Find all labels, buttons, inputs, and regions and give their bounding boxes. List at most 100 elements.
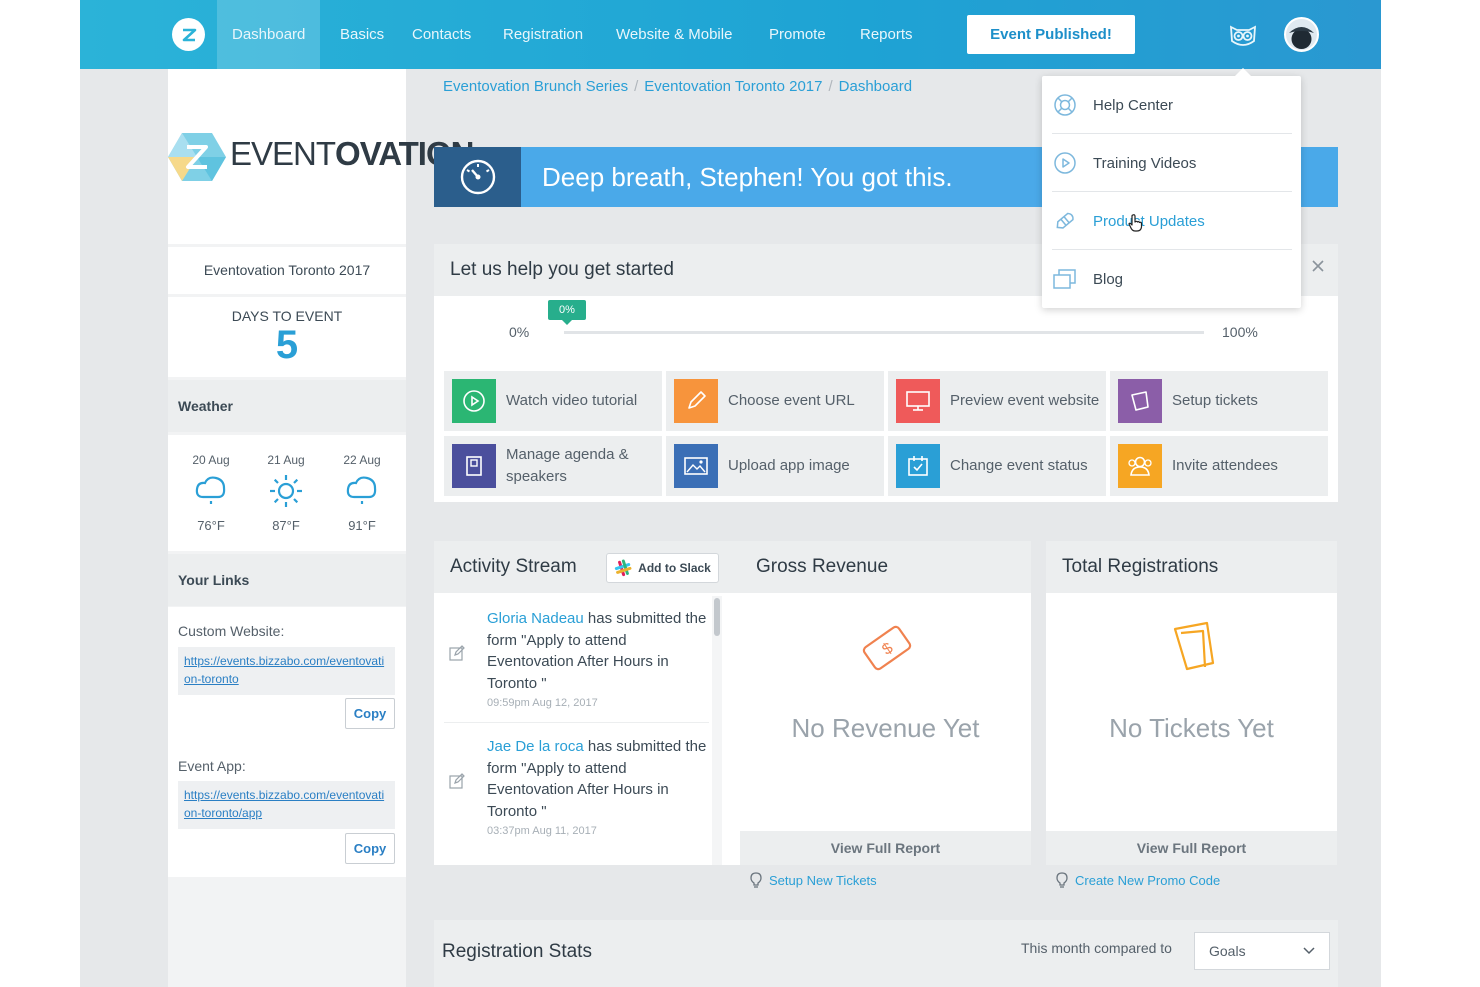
tip-label: Setup New Tickets (769, 872, 877, 888)
sidebar-event-name: Eventovation Toronto 2017 (168, 247, 406, 294)
menu-item-blog[interactable]: Blog (1052, 250, 1292, 308)
top-navbar: Dashboard Basics Contacts Registration W… (80, 0, 1381, 69)
menu-item-training-videos[interactable]: Training Videos (1052, 134, 1292, 192)
progress-badge: 0% (548, 300, 586, 325)
task-manage-agenda[interactable]: Manage agenda & speakers (444, 436, 662, 496)
hand-cursor-icon (1127, 213, 1145, 238)
task-choose-url[interactable]: Choose event URL (666, 371, 884, 431)
blog-icon (1052, 266, 1078, 292)
users-icon (1118, 444, 1162, 488)
task-preview-website[interactable]: Preview event website (888, 371, 1106, 431)
revenue-view-report[interactable]: View Full Report (740, 831, 1031, 865)
registrations-view-report[interactable]: View Full Report (1046, 831, 1337, 865)
task-label: Change event status (950, 457, 1088, 474)
compare-label: This month compared to (1021, 940, 1172, 956)
sidebar: EVENTOVATION Eventovation Toronto 2017 D… (168, 69, 474, 987)
task-label: Preview event website (950, 392, 1100, 409)
form-edit-icon (449, 645, 465, 666)
nav-registration[interactable]: Registration (488, 0, 598, 69)
form-edit-icon (449, 773, 465, 794)
weather-temp: 76°F (197, 518, 225, 533)
tickets-icon (1167, 619, 1221, 682)
custom-website-label: Custom Website: (178, 623, 285, 639)
calendar-check-icon (896, 444, 940, 488)
lightbulb-icon (1056, 872, 1068, 888)
task-change-status[interactable]: Change event status (888, 436, 1106, 496)
banner-message: Deep breath, Stephen! You got this. (542, 162, 953, 192)
task-upload-app-image[interactable]: Upload app image (666, 436, 884, 496)
weather-day: 20 Aug 76°F (181, 453, 241, 533)
nav-promote[interactable]: Promote (754, 0, 841, 69)
days-value: 5 (275, 323, 299, 367)
event-app-link[interactable]: https://events.bizzabo.com/eventovation-… (178, 781, 395, 829)
slack-icon (615, 559, 632, 577)
task-label: Setup tickets (1172, 392, 1258, 409)
menu-label: Training Videos (1093, 154, 1197, 172)
nav-basics[interactable]: Basics (325, 0, 399, 69)
nav-reports[interactable]: Reports (845, 0, 928, 69)
progress-max-label: 100% (1222, 324, 1258, 340)
event-app-label: Event App: (178, 758, 246, 774)
task-invite-attendees[interactable]: Invite attendees (1110, 436, 1328, 496)
nav-dashboard[interactable]: Dashboard (217, 0, 321, 69)
activity-scrollbar[interactable] (712, 596, 722, 865)
task-setup-tickets[interactable]: Setup tickets (1110, 371, 1328, 431)
menu-item-help-center[interactable]: Help Center (1052, 76, 1292, 134)
lifebuoy-icon (1052, 92, 1078, 118)
sun-icon (270, 475, 302, 507)
image-icon (674, 444, 718, 488)
play-circle-icon (1052, 150, 1078, 176)
copy-app-button[interactable]: Copy (345, 833, 395, 864)
menu-label: Blog (1093, 270, 1124, 288)
rocket-icon (1052, 208, 1078, 234)
nav-contacts[interactable]: Contacts (397, 0, 486, 69)
task-label: Invite attendees (1172, 457, 1278, 474)
activity-item: Jae De la roca has submitted the form "A… (434, 724, 712, 852)
compare-select[interactable]: Goals (1194, 932, 1330, 970)
menu-item-product-updates[interactable]: Product Updates (1052, 192, 1292, 250)
breadcrumb: Eventovation Brunch Series / Eventovation … (443, 78, 913, 95)
weather-day: 22 Aug 91°F (332, 453, 392, 533)
copy-website-button[interactable]: Copy (345, 698, 395, 729)
activity-time: 09:59pm Aug 12, 2017 (487, 697, 598, 709)
task-label: Watch video tutorial (506, 392, 638, 409)
weather-temp: 91°F (348, 518, 376, 533)
weather-day: 21 Aug 87°F (256, 453, 316, 533)
custom-website-link[interactable]: https://events.bizzabo.com/eventovation-… (178, 647, 395, 695)
help-dropdown-menu: Help Center Training Videos Product Upda… (1042, 68, 1301, 308)
event-published-button[interactable]: Event Published! (967, 15, 1135, 54)
gross-revenue-card: Gross Revenue $ No Revenue Yet View Full… (740, 541, 1031, 865)
gauge-icon (434, 147, 521, 207)
activity-user-link[interactable]: Gloria Nadeau (487, 610, 584, 627)
agenda-icon (452, 444, 496, 488)
eventovation-logo: EVENTOVATION (168, 69, 474, 244)
monitor-icon (896, 379, 940, 423)
add-to-slack-button[interactable]: Add to Slack (606, 553, 719, 583)
help-owl-icon[interactable] (1227, 19, 1259, 51)
ticket-icon (1118, 379, 1162, 423)
tip-label: Create New Promo Code (1075, 872, 1221, 888)
days-label: DAYS TO EVENT (231, 308, 343, 324)
weather-date: 22 Aug (343, 453, 381, 467)
weather-temp: 87°F (272, 518, 300, 533)
breadcrumb-series[interactable]: Eventovation Brunch Series (443, 78, 628, 95)
app-window: Dashboard Basics Contacts Registration W… (80, 0, 1381, 987)
progress-min-label: 0% (509, 324, 530, 340)
registrations-empty: No Tickets Yet (1109, 713, 1274, 743)
menu-label: Product Updates (1093, 212, 1205, 230)
cloud-rain-icon (346, 476, 377, 504)
nav-website-mobile[interactable]: Website & Mobile (601, 0, 747, 69)
links-title: Your Links (168, 554, 406, 606)
close-icon[interactable] (1310, 258, 1326, 274)
bizzabo-logo[interactable] (172, 18, 205, 51)
activity-user-link[interactable]: Jae De la roca (487, 738, 584, 755)
breadcrumb-dashboard[interactable]: Dashboard (839, 78, 912, 95)
scrollbar-thumb[interactable] (714, 598, 720, 636)
promo-code-tip[interactable]: Create New Promo Code (1055, 872, 1220, 888)
progress-bar (564, 331, 1204, 334)
task-watch-video[interactable]: Watch video tutorial (444, 371, 662, 431)
breadcrumb-event[interactable]: Eventovation Toronto 2017 (644, 78, 822, 95)
setup-tickets-tip[interactable]: Setup New Tickets (749, 872, 877, 888)
user-avatar[interactable] (1284, 17, 1319, 52)
chevron-down-icon (1303, 947, 1315, 955)
